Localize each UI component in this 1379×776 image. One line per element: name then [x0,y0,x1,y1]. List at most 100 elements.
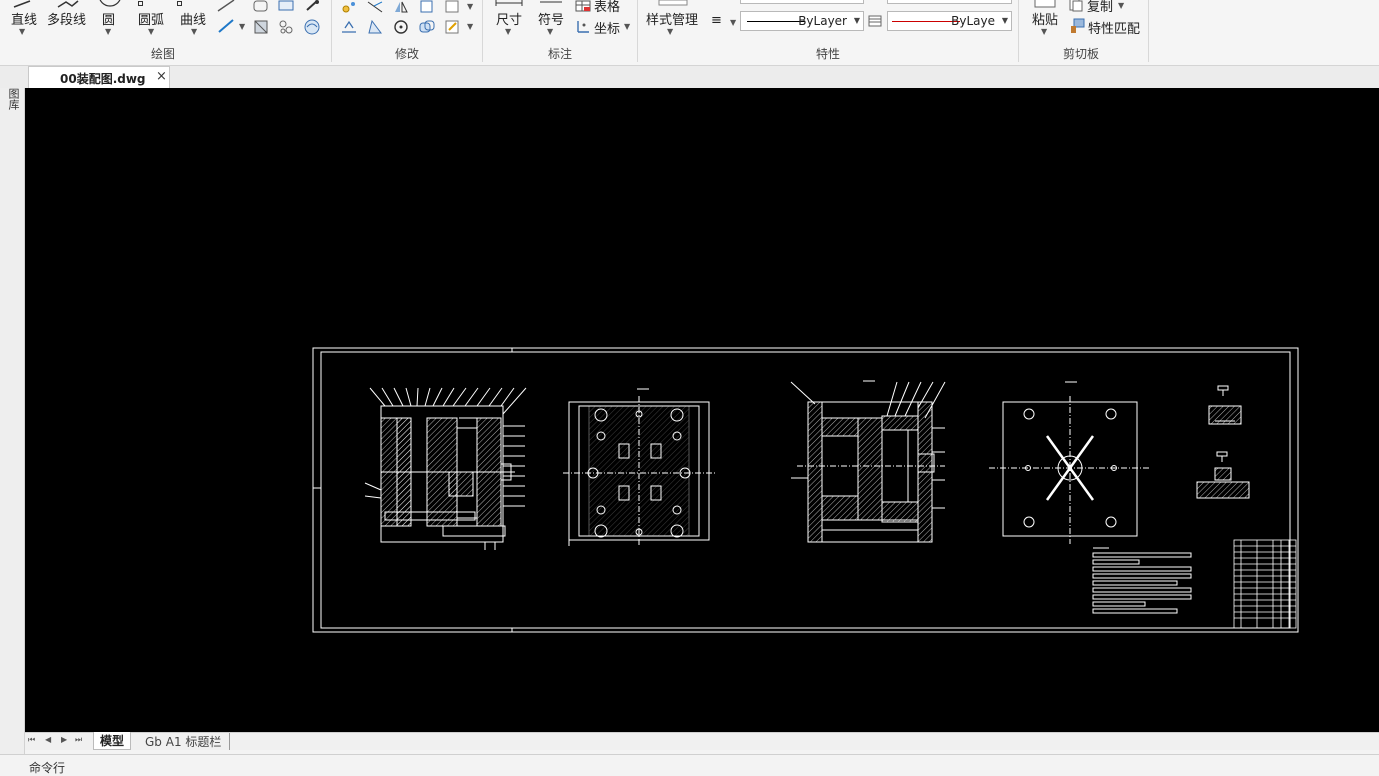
layer-settings-icon[interactable] [868,14,882,28]
chevron-down-icon[interactable]: ▼ [1118,1,1124,10]
drawing-sheet [312,347,1299,633]
point-icon[interactable] [303,0,321,12]
chevron-down-icon[interactable]: ▼ [547,27,553,36]
section-view-3 [790,380,946,543]
technical-notes [1092,547,1192,614]
detail-parts [1196,385,1250,499]
layout-tab-strip: ⏮ ◀ ▶ ⏭ 模型 Gb A1 标题栏 [25,732,1379,750]
group-divider [637,0,638,62]
document-tab-title: 00装配图.dwg [60,72,146,86]
offset-icon[interactable] [418,18,436,36]
chevron-down-icon[interactable]: ▼ [624,22,630,31]
style-manager-button[interactable]: 样式管理 [646,9,698,28]
paste-button[interactable]: 粘贴 [1032,9,1058,28]
mirror-icon[interactable] [392,0,410,13]
document-tab-strip: 00装配图.dwg × [0,66,1379,88]
close-icon[interactable]: × [156,69,167,84]
copy-object-icon[interactable] [418,0,436,13]
line-button[interactable]: 直线 [11,9,37,28]
array-icon[interactable] [444,0,462,13]
symbol-button[interactable]: 符号 [538,9,564,28]
linetype-value: ByLayer [798,14,847,28]
color-dropdown[interactable]: ByLaye ▼ [887,11,1012,31]
first-layout-button[interactable]: ⏮ [28,735,35,745]
polyline-button[interactable]: 多段线 [47,9,86,28]
chevron-down-icon[interactable]: ▼ [239,22,245,31]
copy-button[interactable]: 复制 [1087,0,1113,15]
ray-icon[interactable] [217,18,237,34]
move-icon[interactable] [340,0,358,13]
region-icon[interactable] [277,18,295,36]
scale-icon[interactable] [366,18,384,36]
last-layout-button[interactable]: ⏭ [75,735,82,745]
chevron-down-icon[interactable]: ▼ [105,27,111,36]
match-properties-button[interactable]: 特性匹配 [1088,18,1140,37]
color-value: ByLaye [951,14,995,28]
circle-button[interactable]: 圆 [102,9,115,28]
paste-icon[interactable] [1033,0,1057,8]
chevron-down-icon[interactable]: ▼ [148,27,154,36]
rotate-icon[interactable] [392,18,410,36]
curve-tool-icon[interactable] [177,1,182,6]
rectangle-icon[interactable] [251,0,269,12]
chevron-down-icon[interactable]: ▼ [467,22,473,31]
dimension-button[interactable]: 尺寸 [496,9,522,28]
document-tab[interactable]: 00装配图.dwg × [28,66,170,88]
boundary-icon[interactable] [252,18,270,36]
linetype-dropdown[interactable]: ByLayer ▼ [740,11,864,31]
plate-view-4 [989,381,1149,544]
coordinate-button[interactable]: 坐标 [594,18,620,37]
dimension-icon[interactable] [494,0,524,6]
explode-icon[interactable] [444,18,462,36]
draw-group-label: 绘图 [151,47,176,61]
library-panel-label[interactable]: 图库 [5,88,21,110]
wipeout-icon[interactable] [303,18,321,36]
properties-group-label: 特性 [816,47,841,61]
curve-button[interactable]: 曲线 [180,9,206,28]
group-divider [331,0,332,62]
table-icon[interactable] [575,0,591,12]
polyline-tool-icon[interactable] [56,0,80,8]
color-dropdown-top[interactable] [887,0,1012,4]
title-block [1233,539,1297,629]
clipboard-group-label: 剪切板 [1063,47,1100,61]
tab-model[interactable]: 模型 [93,732,132,750]
chevron-down-icon[interactable]: ▼ [505,27,511,36]
match-properties-icon[interactable] [1068,17,1086,35]
hatch-icon[interactable] [277,0,295,12]
annotate-group-label: 标注 [548,47,573,61]
tab-layout-gb-a1[interactable]: Gb A1 标题栏 [137,733,231,750]
symbol-icon[interactable] [539,0,563,4]
left-side-panel: 图库 [0,66,25,756]
chevron-down-icon[interactable]: ▼ [667,27,673,36]
next-layout-button[interactable]: ▶ [61,735,67,744]
arc-button[interactable]: 圆弧 [138,9,164,28]
chevron-down-icon[interactable]: ▼ [730,18,736,27]
arc-tool-icon[interactable] [138,1,143,6]
linetype-dropdown-top[interactable] [740,0,864,4]
table-button[interactable]: 表格 [594,0,620,15]
construction-line-icon[interactable] [216,0,236,12]
drawing-canvas[interactable] [25,88,1379,732]
chevron-down-icon[interactable]: ▼ [191,27,197,36]
chevron-down-icon[interactable]: ▼ [467,2,473,11]
command-line-label: 命令行 [29,761,66,775]
chevron-down-icon[interactable]: ▼ [19,27,25,36]
chevron-down-icon[interactable]: ▼ [1041,27,1047,36]
chevron-down-icon: ▼ [1001,16,1008,25]
group-divider [1018,0,1019,62]
circle-tool-icon[interactable] [96,0,124,8]
line-tool-icon[interactable] [12,0,32,8]
command-line-bar[interactable]: 命令行 [0,754,1379,776]
prev-layout-button[interactable]: ◀ [45,735,51,744]
coordinate-icon[interactable] [575,18,591,34]
lineweight-icon[interactable]: ≡ [711,13,722,28]
group-divider [1148,0,1149,62]
copy-icon[interactable] [1068,0,1084,12]
chevron-down-icon: ▼ [853,16,860,25]
trim-icon[interactable] [366,0,384,13]
plan-view-2 [563,388,715,546]
stretch-icon[interactable] [340,18,358,36]
style-manager-icon[interactable] [658,0,688,6]
linetype-sample-line [747,21,805,22]
